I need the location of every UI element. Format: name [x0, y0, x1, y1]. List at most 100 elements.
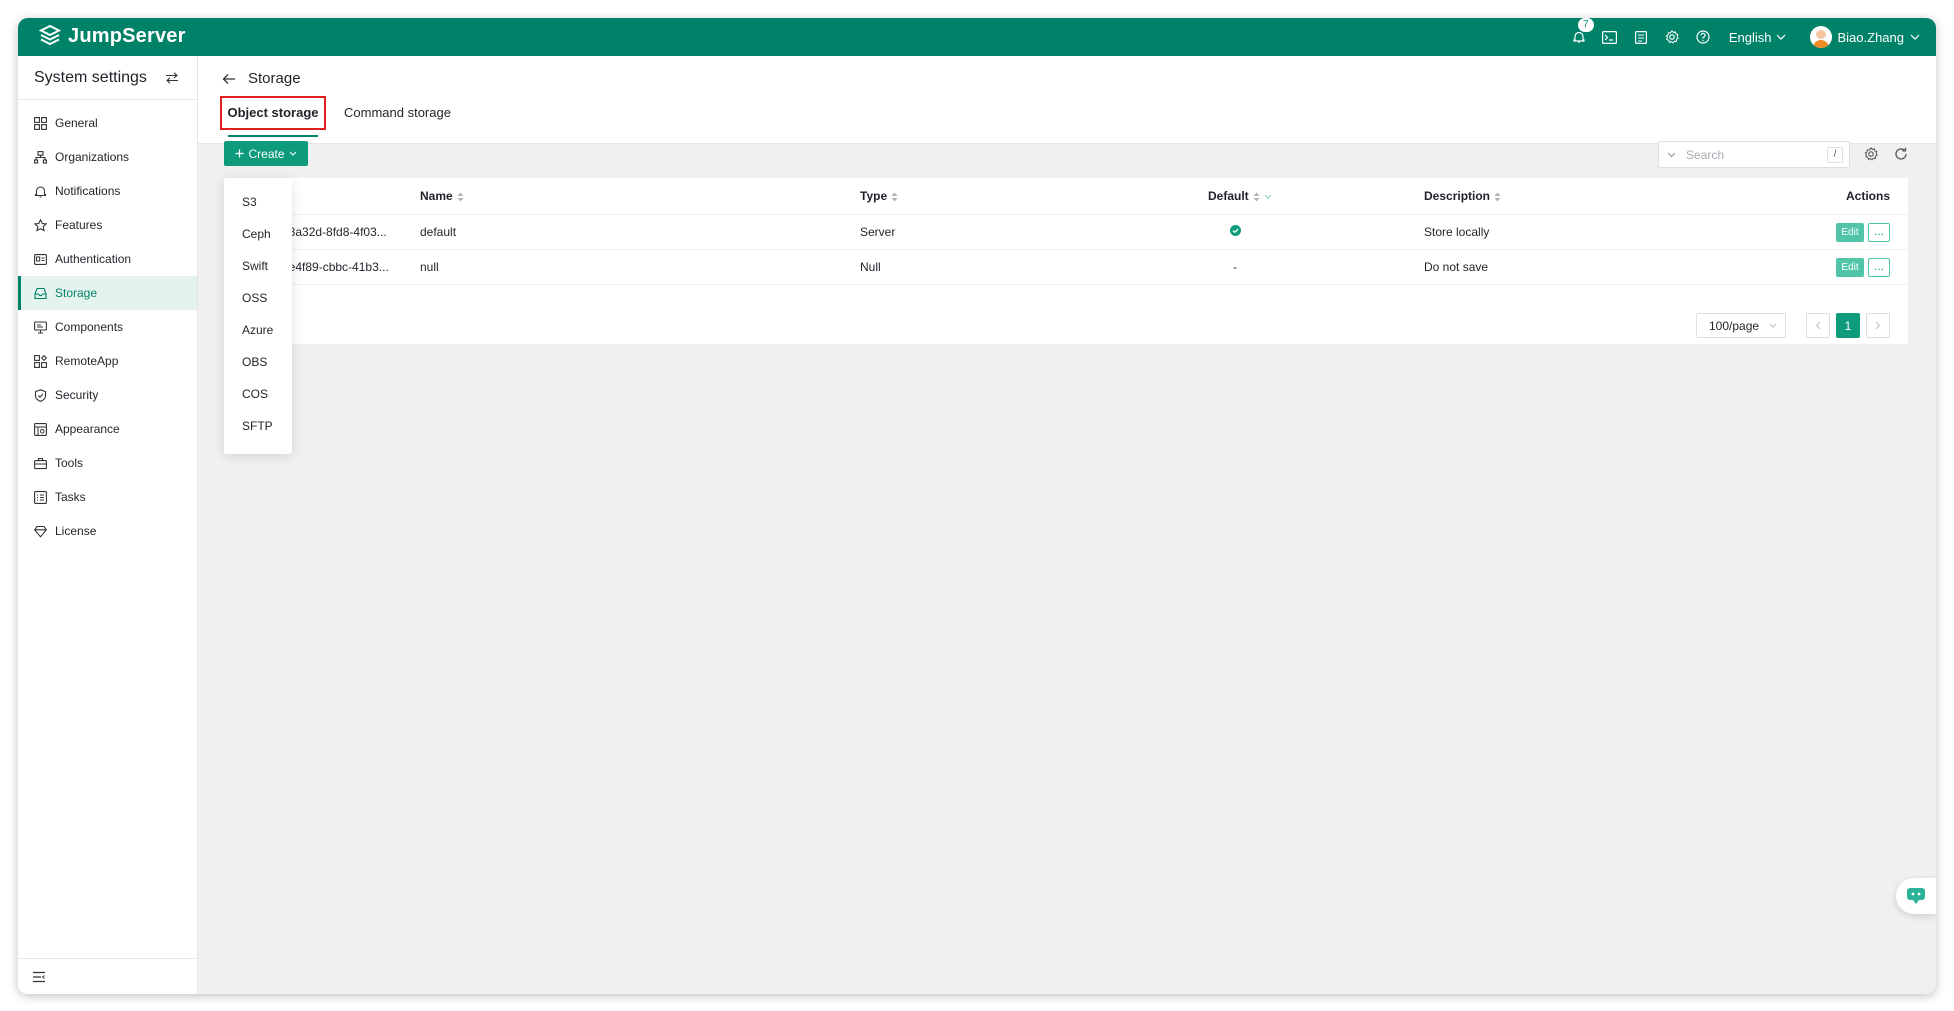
check-circle-icon [1229, 225, 1241, 236]
language-label: English [1728, 29, 1772, 45]
cell-id[interactable]: 28a32d-8fd8-4f03... [282, 225, 387, 239]
sidebar-item-license[interactable]: License [18, 514, 197, 548]
notifications-bell-icon[interactable]: 7 [1571, 18, 1594, 45]
palette-icon [34, 422, 47, 436]
page-header: Storage Object storage Command storage [198, 56, 1936, 144]
sidebar-header: System settings [18, 56, 197, 100]
create-button[interactable]: Create [224, 141, 308, 166]
column-header-type[interactable]: Type [860, 189, 898, 203]
sidebar-item-tasks[interactable]: Tasks [18, 480, 197, 514]
cell-actions: Edit... [1836, 257, 1890, 277]
sidebar-item-storage[interactable]: Storage [18, 276, 197, 310]
page-title: Storage [248, 70, 301, 87]
search-input[interactable]: Search / [1658, 141, 1850, 168]
brand-logo[interactable]: JumpServer [38, 24, 186, 48]
chevron-down-icon [1769, 323, 1777, 328]
chevron-down-icon[interactable] [1667, 152, 1676, 158]
table-settings-gear-icon[interactable] [1864, 147, 1878, 161]
tab-command-storage[interactable]: Command storage [344, 96, 451, 130]
toolbox-icon [34, 457, 47, 469]
edit-button[interactable]: Edit [1836, 257, 1864, 277]
menu-item-azure[interactable]: Azure [224, 314, 292, 346]
storage-table: Name Type Default Description Actions 28… [224, 178, 1908, 344]
jumpserver-logo-icon [38, 24, 62, 46]
chat-assistant-button[interactable] [1896, 878, 1936, 914]
sidebar-item-label: Organizations [55, 150, 130, 164]
user-name: Biao.Zhang [1837, 29, 1905, 45]
sidebar-item-label: Features [55, 218, 103, 232]
sort-icon[interactable] [1494, 192, 1501, 202]
pagination: 100/page 1 [1696, 313, 1890, 338]
sidebar-item-components[interactable]: Components [18, 310, 197, 344]
sort-icon[interactable] [891, 192, 898, 202]
menu-item-cos[interactable]: COS [224, 378, 292, 410]
plus-icon [235, 149, 244, 158]
cell-description: Do not save [1424, 260, 1489, 274]
cell-type: Null [860, 260, 881, 274]
edit-button[interactable]: Edit [1836, 222, 1864, 242]
grid-icon [34, 116, 47, 130]
cell-type: Server [860, 225, 896, 239]
menu-item-oss[interactable]: OSS [224, 282, 292, 314]
sidebar-item-label: Security [55, 388, 99, 402]
more-actions-button[interactable]: ... [1868, 257, 1890, 277]
cell-description: Store locally [1424, 225, 1490, 239]
sort-icon[interactable] [457, 192, 464, 202]
current-page[interactable]: 1 [1836, 313, 1860, 338]
cell-default [1210, 225, 1260, 239]
switch-arrows-icon[interactable] [165, 71, 179, 84]
sidebar-item-label: License [55, 524, 97, 538]
sidebar-item-remoteapp[interactable]: RemoteApp [18, 344, 197, 378]
cell-id[interactable]: 9e4f89-cbbc-41b3... [282, 260, 389, 274]
table-row[interactable]: 9e4f89-cbbc-41b3... null Null - Do not s… [224, 250, 1908, 285]
chat-bot-icon [1907, 888, 1925, 904]
search-placeholder: Search [1686, 147, 1725, 162]
collapse-menu-icon[interactable] [32, 971, 46, 983]
filter-chevron-icon[interactable] [1264, 194, 1272, 200]
user-menu[interactable]: Biao.Zhang [1809, 26, 1921, 48]
page-size-select[interactable]: 100/page [1696, 313, 1786, 338]
more-actions-button[interactable]: ... [1868, 222, 1890, 242]
sidebar-item-label: Appearance [55, 422, 120, 436]
language-selector[interactable]: English [1729, 30, 1786, 45]
menu-item-swift[interactable]: Swift [224, 250, 292, 282]
sidebar-item-tools[interactable]: Tools [18, 446, 197, 480]
terminal-icon[interactable] [1602, 29, 1618, 45]
sidebar-item-security[interactable]: Security [18, 378, 197, 412]
monitor-icon [34, 320, 47, 333]
menu-item-sftp[interactable]: SFTP [224, 410, 292, 442]
sidebar-item-organizations[interactable]: Organizations [18, 140, 197, 174]
menu-item-s3[interactable]: S3 [224, 186, 292, 218]
next-page-button[interactable] [1866, 313, 1890, 338]
settings-gear-icon[interactable] [1664, 29, 1680, 45]
sidebar-item-features[interactable]: Features [18, 208, 197, 242]
clipboard-icon[interactable] [1633, 29, 1649, 45]
chevron-down-icon [1910, 34, 1920, 40]
prev-page-button[interactable] [1806, 313, 1830, 338]
sidebar-title: System settings [34, 68, 147, 86]
sidebar-item-appearance[interactable]: Appearance [18, 412, 197, 446]
id-card-icon [34, 253, 47, 265]
help-icon[interactable] [1695, 29, 1711, 45]
back-arrow-icon[interactable] [222, 73, 236, 85]
sidebar-item-notifications[interactable]: Notifications [18, 174, 197, 208]
sidebar-item-label: Notifications [55, 184, 121, 198]
app-window: JumpServer 7 English Biao.Zhang System s… [18, 18, 1936, 994]
table-row[interactable]: 28a32d-8fd8-4f03... default Server Store… [224, 215, 1908, 250]
chevron-down-icon [289, 151, 296, 156]
sort-icon[interactable] [1253, 192, 1260, 202]
sidebar-item-label: Tools [55, 456, 84, 470]
column-header-name[interactable]: Name [420, 189, 464, 203]
column-header-default[interactable]: Default [1208, 189, 1272, 203]
column-header-description[interactable]: Description [1424, 189, 1501, 203]
bell-icon [34, 185, 47, 198]
menu-item-ceph[interactable]: Ceph [224, 218, 292, 250]
tab-object-storage[interactable]: Object storage [220, 96, 326, 137]
refresh-icon[interactable] [1894, 147, 1908, 161]
sidebar-item-general[interactable]: General [18, 106, 197, 140]
cell-name: default [420, 225, 457, 239]
sidebar-item-authentication[interactable]: Authentication [18, 242, 197, 276]
cell-default: - [1233, 260, 1237, 274]
shield-icon [34, 388, 47, 402]
menu-item-obs[interactable]: OBS [224, 346, 292, 378]
